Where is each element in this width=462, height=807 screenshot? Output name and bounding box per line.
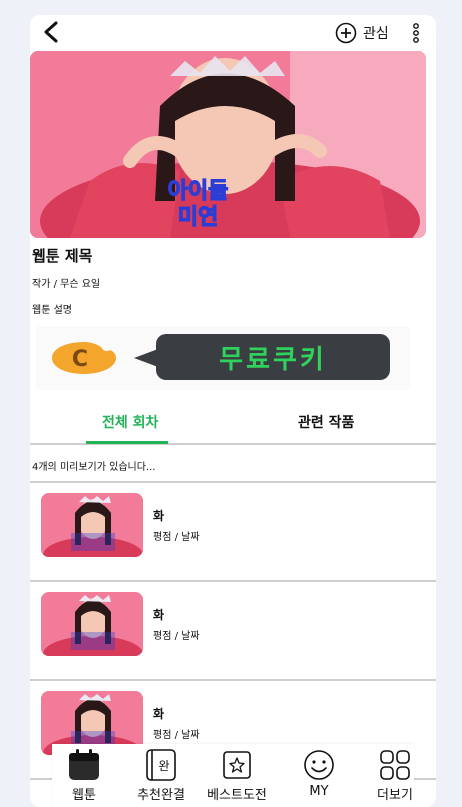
completed-badge: 완 [158, 759, 169, 773]
tab-all-episodes[interactable]: 전체 회차 [102, 412, 158, 432]
chevron-left-icon [44, 21, 58, 43]
nav-best-challenge[interactable]: 베스트도전 [197, 748, 277, 803]
episode-item[interactable]: 화 평점 / 날짜 [30, 582, 436, 681]
episode-title: 화 [153, 509, 165, 523]
star-square-icon [223, 751, 251, 779]
grid-icon [380, 750, 410, 780]
completed-book-icon: 완 [146, 749, 176, 781]
svg-text:C: C [72, 347, 88, 372]
nav-my[interactable]: MY [279, 748, 359, 799]
thumbnail-illustration [41, 493, 143, 557]
bottom-navigation: 웹툰 완 추천완결 베스트도전 MY 더보기 [52, 744, 414, 807]
favorite-button[interactable]: 관심 [335, 22, 389, 44]
thumbnail-illustration [41, 592, 143, 656]
nav-label: 더보기 [377, 788, 413, 803]
episode-rating-date: 평점 / 날짜 [153, 532, 200, 543]
webtoon-detail-screen: 관심 아이들 미연 웹툰 제목 작가 / 무슨 요일 웹툰 설명 C 무료쿠키 … [30, 15, 436, 807]
episode-rating-date: 평점 / 날짜 [153, 730, 200, 741]
top-bar: 관심 [30, 15, 436, 49]
free-cookie-bubble: 무료쿠키 [134, 334, 390, 380]
tab-related-works[interactable]: 관련 작품 [298, 412, 354, 432]
webtoon-description: 웹툰 설명 [32, 305, 72, 316]
back-button[interactable] [40, 20, 64, 44]
tab-bar: 전체 회차 관련 작품 [30, 395, 436, 445]
preview-count-text: 4개의 미리보기가 있습니다... [32, 462, 156, 473]
free-cookie-text: 무료쿠키 [219, 344, 327, 375]
nav-more[interactable]: 더보기 [355, 748, 435, 803]
more-vertical-icon [413, 23, 419, 43]
nav-completed-recommendations[interactable]: 완 추천완결 [121, 748, 201, 803]
episode-title: 화 [153, 608, 165, 622]
episode-item[interactable]: 화 평점 / 날짜 [30, 483, 436, 582]
nav-webtoon[interactable]: 웹툰 [44, 748, 124, 803]
webtoon-author-day: 작가 / 무슨 요일 [32, 279, 101, 290]
webtoon-cover-image: 아이들 미연 [30, 51, 426, 238]
nav-label: 추천완결 [137, 788, 185, 803]
cookie-icon: C [52, 342, 116, 374]
episode-rating-date: 평점 / 날짜 [153, 631, 200, 642]
more-menu-button[interactable] [409, 21, 423, 45]
nav-label: 웹툰 [72, 788, 96, 803]
active-tab-indicator [86, 441, 168, 444]
episode-thumbnail [41, 592, 143, 656]
nav-label: 베스트도전 [207, 788, 267, 803]
free-cookie-banner[interactable]: C 무료쿠키 [36, 326, 410, 390]
cover-title-line2: 미연 [178, 205, 218, 230]
plus-circle-icon [335, 22, 357, 44]
favorite-label: 관심 [363, 26, 389, 42]
nav-label: MY [309, 784, 329, 799]
cover-illustration: 아이들 미연 [30, 51, 426, 238]
episode-thumbnail [41, 493, 143, 557]
episode-title: 화 [153, 707, 165, 721]
webtoon-title: 웹툰 제목 [32, 247, 93, 265]
smiley-icon [304, 750, 334, 780]
calendar-icon [69, 749, 99, 780]
cover-title-line1: 아이들 [168, 179, 229, 204]
